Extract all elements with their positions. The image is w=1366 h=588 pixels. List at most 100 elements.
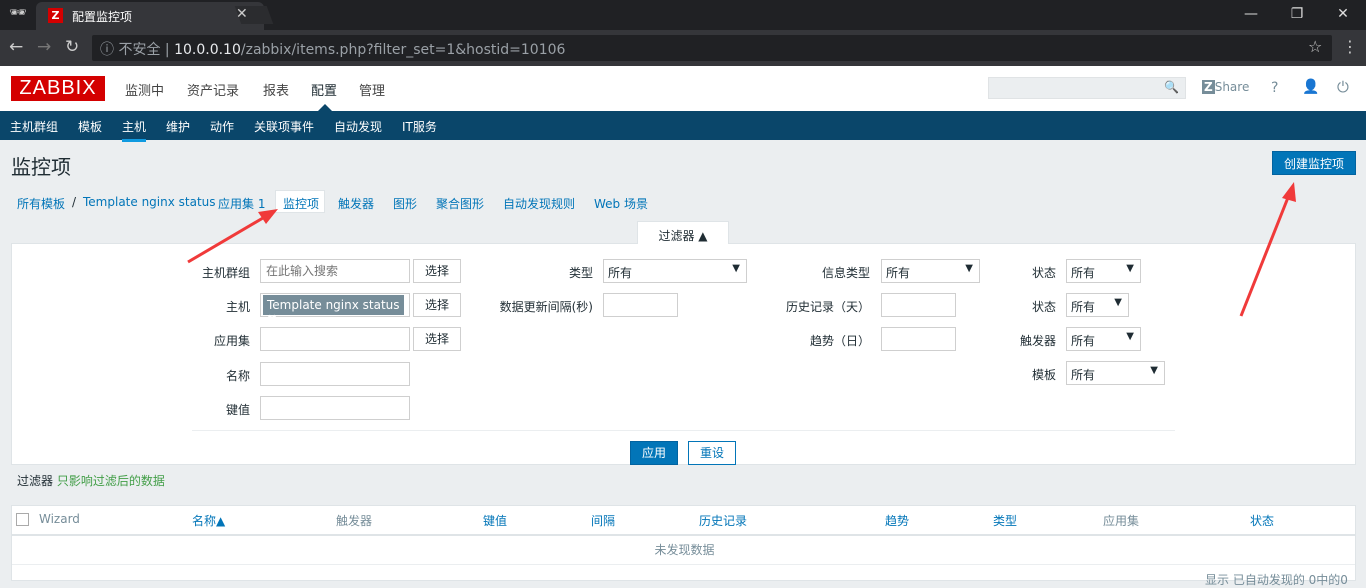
breadcrumb-discovery-rules[interactable]: 自动发现规则 bbox=[503, 195, 575, 212]
state-label: 状态 bbox=[1031, 266, 1056, 280]
submenu-templates[interactable]: 模板 bbox=[78, 118, 102, 135]
menu-administration[interactable]: 管理 bbox=[359, 80, 385, 99]
filter-hint-text: 只影响过滤后的数据 bbox=[56, 474, 165, 488]
dropdown-arrow-icon: ▼ bbox=[1126, 263, 1134, 274]
col-trends[interactable]: 趋势 bbox=[885, 512, 909, 529]
global-search-input[interactable]: 🔍 bbox=[988, 77, 1186, 99]
restore-icon[interactable]: ❐ bbox=[1274, 0, 1320, 28]
apply-button[interactable]: 应用 bbox=[630, 441, 678, 465]
name-label: 名称 bbox=[225, 369, 250, 383]
status-label: 状态 bbox=[1031, 300, 1056, 314]
menu-icon[interactable]: ⋮ bbox=[1342, 37, 1358, 56]
host-group-select-button[interactable]: 选择 bbox=[413, 259, 461, 283]
logout-icon[interactable]: ⏻ bbox=[1337, 78, 1349, 96]
table-footer-count: 显示 已自动发现的 0中的0 bbox=[1205, 573, 1348, 587]
help-icon[interactable]: ? bbox=[1271, 80, 1278, 96]
submenu-it-services[interactable]: IT服务 bbox=[402, 118, 437, 135]
filter-hint-label: 过滤器 bbox=[17, 474, 54, 488]
submenu-actions[interactable]: 动作 bbox=[210, 118, 234, 135]
col-status[interactable]: 状态 bbox=[1250, 512, 1274, 529]
filter-divider bbox=[192, 430, 1175, 431]
url-input[interactable]: ⓘ 不安全 | 10.0.0.10/zabbix/items.php?filte… bbox=[92, 35, 1332, 61]
host-label: 主机 bbox=[225, 300, 250, 314]
col-triggers: 触发器 bbox=[336, 514, 373, 528]
create-item-button[interactable]: 创建监控项 bbox=[1272, 151, 1356, 175]
browser-tab[interactable]: 配置监控项 bbox=[36, 2, 264, 30]
bookmark-star-icon[interactable]: ☆ bbox=[1308, 37, 1322, 56]
menu-inventory[interactable]: 资产记录 bbox=[187, 80, 239, 99]
breadcrumb-web-scenarios[interactable]: Web 场景 bbox=[594, 195, 648, 212]
dropdown-arrow-icon: ▼ bbox=[1126, 331, 1134, 342]
name-input[interactable] bbox=[260, 362, 410, 386]
history-input[interactable] bbox=[881, 293, 956, 317]
page-title: 监控项 bbox=[11, 155, 71, 179]
col-type[interactable]: 类型 bbox=[993, 512, 1017, 529]
menu-configuration[interactable]: 配置 bbox=[311, 80, 337, 99]
triggers-value: 所有 bbox=[1071, 334, 1096, 348]
application-input[interactable] bbox=[260, 327, 410, 351]
template-select[interactable]: 所有 ▼ bbox=[1066, 361, 1165, 385]
trends-label: 趋势（日） bbox=[809, 334, 870, 348]
key-input[interactable] bbox=[260, 396, 410, 420]
close-window-icon[interactable]: ✕ bbox=[1320, 0, 1366, 28]
forward-icon[interactable]: → bbox=[37, 37, 51, 57]
share-link[interactable]: Z Share bbox=[1202, 80, 1249, 94]
breadcrumb-applications[interactable]: 应用集 1 bbox=[218, 195, 265, 212]
close-tab-icon[interactable]: ✕ bbox=[236, 6, 248, 22]
breadcrumb-triggers[interactable]: 触发器 bbox=[338, 195, 374, 212]
search-icon[interactable]: 🔍 bbox=[1164, 80, 1179, 94]
triggers-select[interactable]: 所有 ▼ bbox=[1066, 327, 1141, 351]
user-profile-icon[interactable]: 👤 bbox=[1302, 79, 1319, 95]
dropdown-arrow-icon: ▼ bbox=[1150, 365, 1158, 376]
host-chip-label: Template nginx status bbox=[267, 298, 400, 312]
status-select[interactable]: 所有 ▼ bbox=[1066, 293, 1129, 317]
application-select-button[interactable]: 选择 bbox=[413, 327, 461, 351]
tab-title: 配置监控项 bbox=[72, 10, 133, 24]
select-all-checkbox[interactable] bbox=[16, 513, 29, 526]
url-path: /zabbix/items.php?filter_set=1&hostid=10… bbox=[240, 42, 566, 58]
host-group-input[interactable] bbox=[260, 259, 410, 283]
reload-icon[interactable]: ↻ bbox=[65, 37, 79, 57]
template-label: 模板 bbox=[1031, 368, 1056, 382]
col-wizard: Wizard bbox=[39, 512, 80, 526]
info-type-label: 信息类型 bbox=[821, 266, 870, 280]
state-select[interactable]: 所有 ▼ bbox=[1066, 259, 1141, 283]
breadcrumb-screens[interactable]: 聚合图形 bbox=[436, 195, 484, 212]
menu-monitoring[interactable]: 监测中 bbox=[125, 80, 164, 99]
back-icon[interactable]: ← bbox=[9, 37, 23, 57]
remove-chip-icon[interactable]: ✖ bbox=[267, 312, 277, 326]
type-select[interactable]: 所有 ▼ bbox=[603, 259, 747, 283]
reset-button[interactable]: 重设 bbox=[688, 441, 736, 465]
host-select-button[interactable]: 选择 bbox=[413, 293, 461, 317]
submenu-hosts[interactable]: 主机 bbox=[122, 118, 147, 142]
window-controls: — ❐ ✕ bbox=[1228, 0, 1366, 28]
insecure-label: 不安全 bbox=[118, 42, 161, 58]
col-interval[interactable]: 间隔 bbox=[591, 512, 615, 529]
breadcrumb-separator: / bbox=[72, 195, 77, 209]
breadcrumb-items-active[interactable]: 监控项 bbox=[275, 190, 325, 213]
minimize-icon[interactable]: — bbox=[1228, 0, 1274, 28]
share-z-icon: Z bbox=[1202, 80, 1215, 94]
breadcrumb-all-templates[interactable]: 所有模板 bbox=[17, 195, 65, 212]
interval-input[interactable] bbox=[603, 293, 678, 317]
zabbix-logo[interactable]: ZABBIX bbox=[11, 76, 105, 101]
col-key[interactable]: 键值 bbox=[483, 512, 507, 529]
breadcrumb-template[interactable]: Template nginx status bbox=[83, 195, 216, 209]
breadcrumb-graphs[interactable]: 图形 bbox=[393, 195, 417, 212]
share-label: Share bbox=[1214, 80, 1250, 94]
trends-input[interactable] bbox=[881, 327, 956, 351]
url-host: 10.0.0.10 bbox=[174, 42, 241, 58]
col-history[interactable]: 历史记录 bbox=[699, 512, 747, 529]
submenu-maintenance[interactable]: 维护 bbox=[166, 118, 190, 135]
state-value: 所有 bbox=[1071, 266, 1096, 280]
application-label: 应用集 bbox=[213, 334, 250, 348]
submenu-event-correlation[interactable]: 关联项事件 bbox=[254, 118, 314, 135]
submenu-host-groups[interactable]: 主机群组 bbox=[10, 118, 58, 135]
no-data-message: 未发现数据 bbox=[654, 543, 715, 557]
col-name[interactable]: 名称▲ bbox=[192, 512, 225, 529]
history-label: 历史记录（天） bbox=[785, 300, 870, 314]
triggers-label: 触发器 bbox=[1019, 334, 1056, 348]
filter-toggle-tab[interactable]: 过滤器 ▲ bbox=[637, 221, 729, 244]
submenu-discovery[interactable]: 自动发现 bbox=[334, 118, 382, 135]
menu-reports[interactable]: 报表 bbox=[263, 80, 289, 99]
